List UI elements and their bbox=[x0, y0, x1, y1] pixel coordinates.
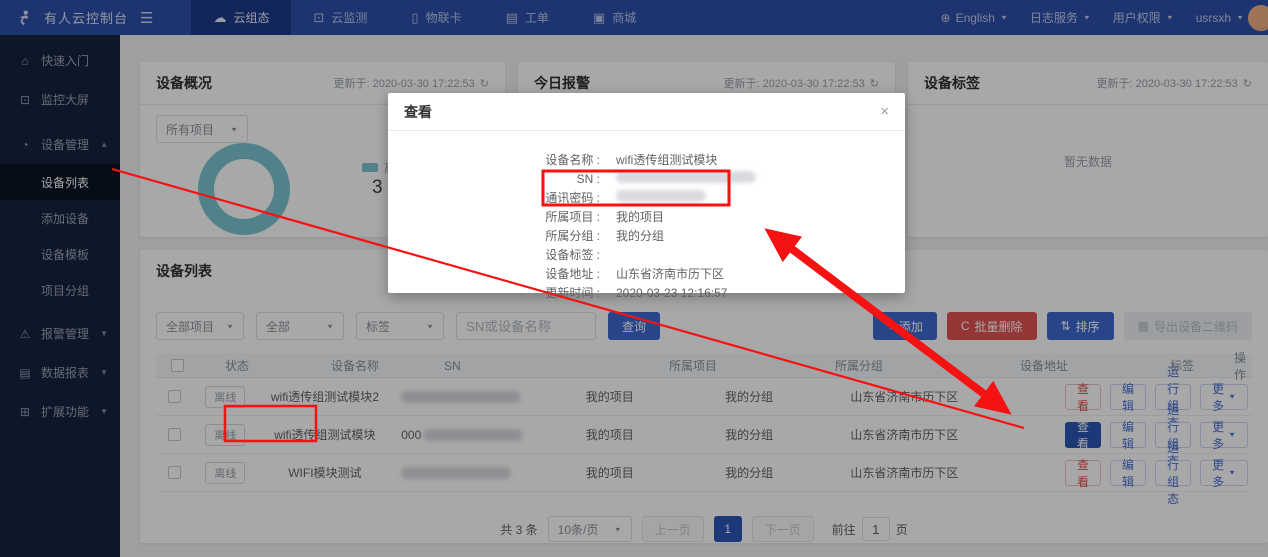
address-value: 山东省济南市历下区 bbox=[616, 265, 724, 284]
group-value: 我的分组 bbox=[616, 227, 664, 246]
modal-title: 查看 bbox=[404, 102, 432, 122]
field-label: 设备地址 : bbox=[388, 265, 600, 284]
view-device-modal: 查看 × 设备名称 : wifi透传组测试模块 SN : 通讯密码 : 所属项目 … bbox=[388, 93, 905, 293]
field-label: SN : bbox=[388, 170, 600, 189]
sn-redacted bbox=[616, 171, 756, 183]
project-value: 我的项目 bbox=[616, 208, 664, 227]
password-redacted bbox=[616, 190, 706, 202]
field-label: 通讯密码 : bbox=[388, 189, 600, 208]
field-label: 所属分组 : bbox=[388, 227, 600, 246]
device-name-value: wifi透传组测试模块 bbox=[616, 151, 717, 170]
close-icon[interactable]: × bbox=[880, 103, 889, 120]
field-label: 更新时间 : bbox=[388, 284, 600, 303]
field-label: 设备名称 : bbox=[388, 151, 600, 170]
field-label: 设备标签 : bbox=[388, 246, 600, 265]
update-time-value: 2020-03-23 12:16:57 bbox=[616, 284, 727, 303]
field-label: 所属项目 : bbox=[388, 208, 600, 227]
